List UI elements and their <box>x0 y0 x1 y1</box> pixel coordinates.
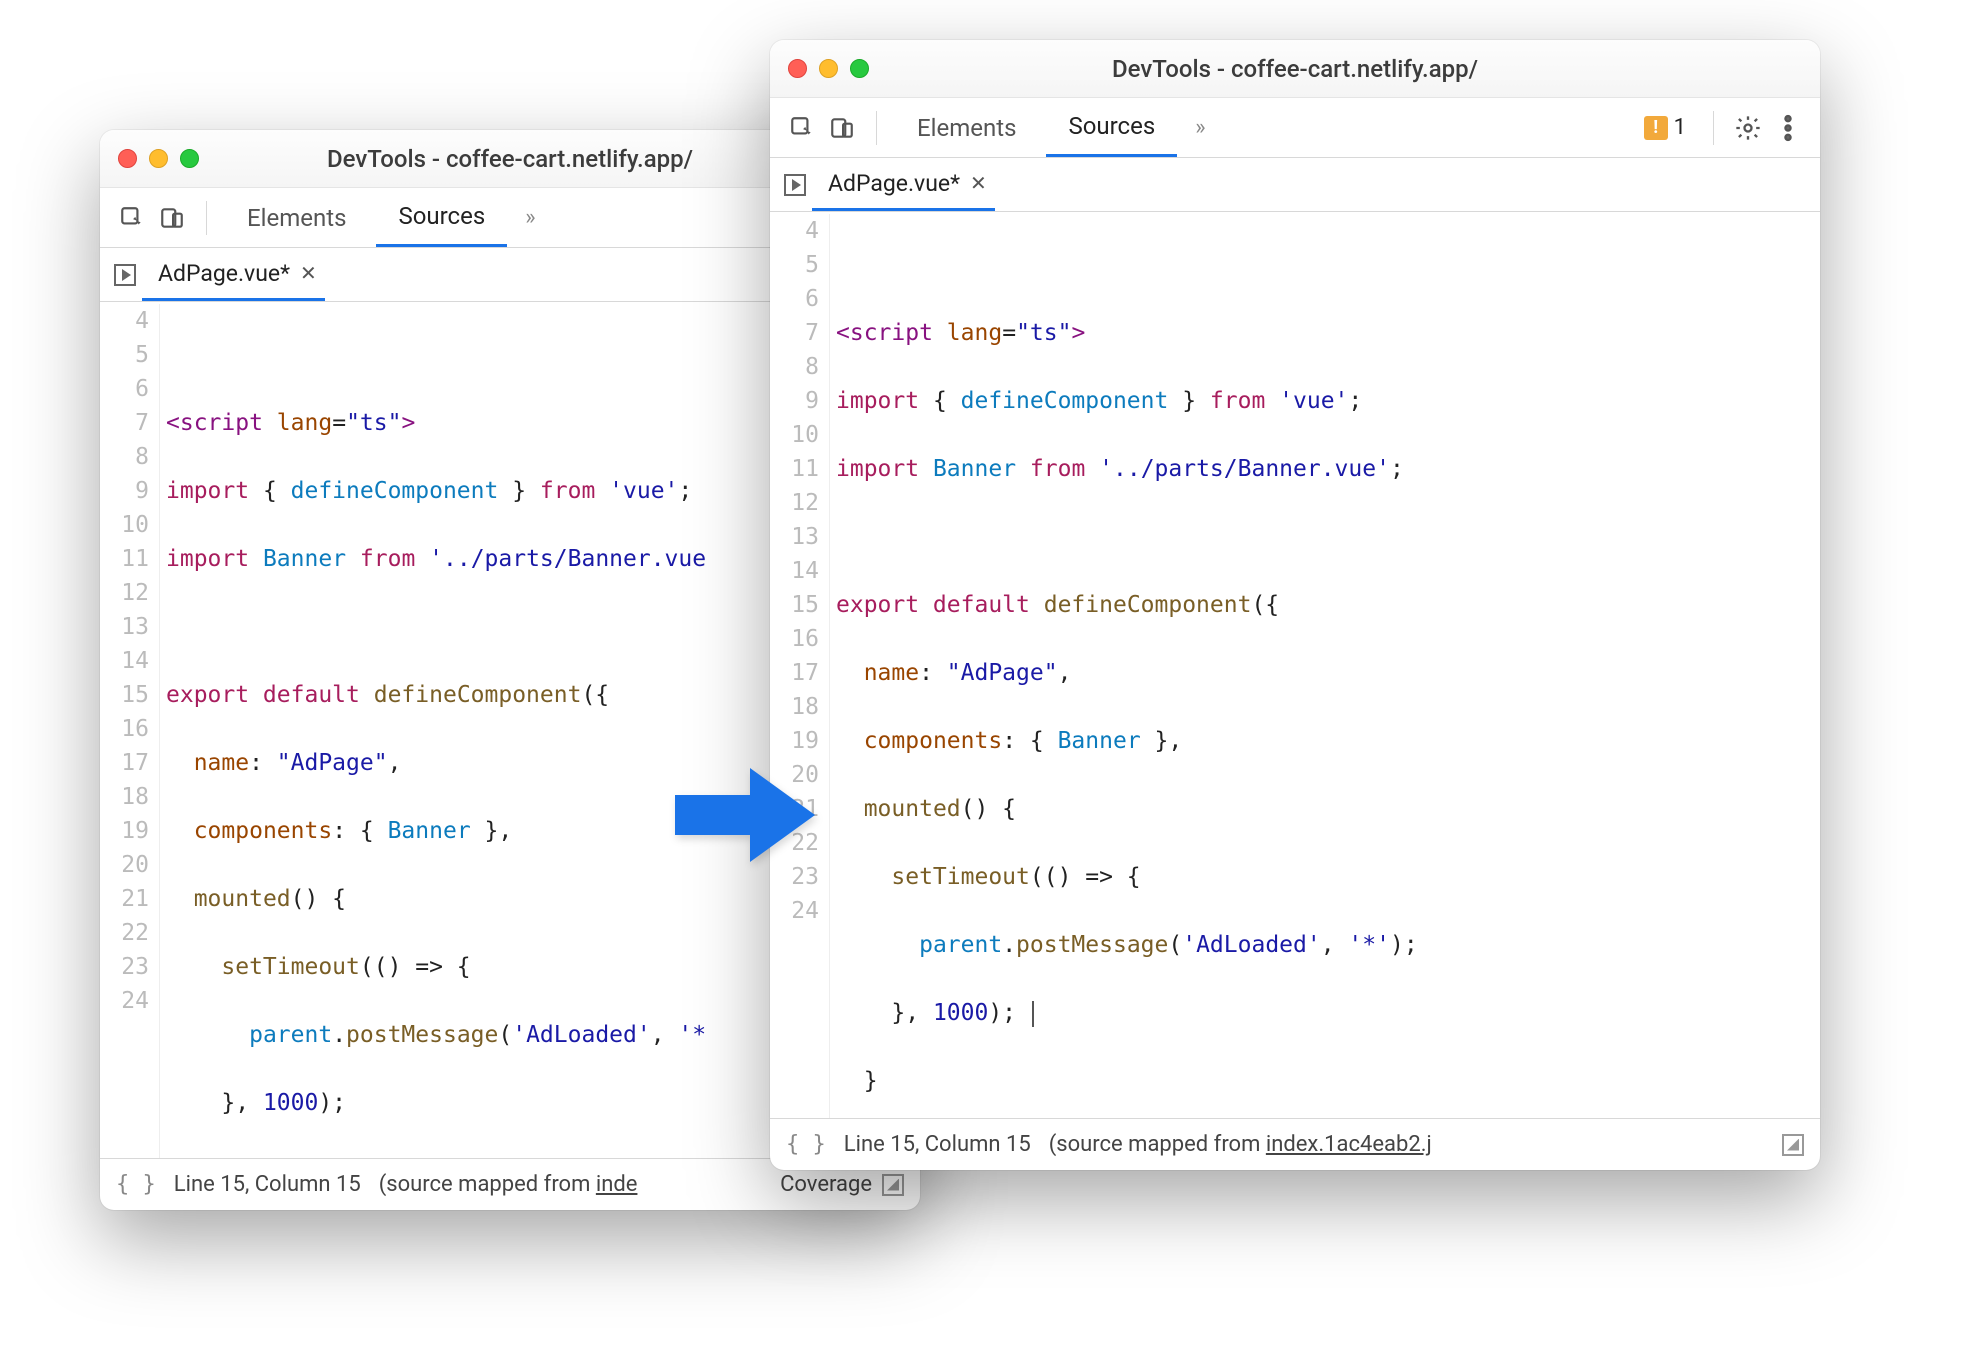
drawer-toggle-icon[interactable] <box>1782 1134 1804 1156</box>
file-tab-label: AdPage.vue* <box>828 170 960 197</box>
source-map-text: (source mapped from inde <box>379 1172 638 1197</box>
coverage-label[interactable]: Coverage <box>780 1172 872 1197</box>
titlebar: DevTools - coffee-cart.netlify.app/ <box>770 40 1820 98</box>
inspect-element-icon[interactable] <box>786 112 818 144</box>
tab-elements[interactable]: Elements <box>225 188 368 247</box>
close-file-icon[interactable]: ✕ <box>970 171 987 195</box>
device-toggle-icon[interactable] <box>826 112 858 144</box>
traffic-lights <box>118 149 199 168</box>
drawer-toggle-icon[interactable] <box>882 1174 904 1196</box>
minimize-window-button[interactable] <box>819 59 838 78</box>
transition-arrow-icon <box>670 760 820 860</box>
source-map-text: (source mapped from index.1ac4eab2.j <box>1049 1132 1432 1157</box>
traffic-lights <box>788 59 869 78</box>
separator <box>206 201 207 235</box>
format-icon[interactable]: { } <box>116 1172 156 1197</box>
more-tabs-icon[interactable]: » <box>1185 115 1215 140</box>
file-tab-adpage[interactable]: AdPage.vue* ✕ <box>812 158 995 211</box>
line-gutter: 456789101112131415161718192021222324 <box>100 304 160 1158</box>
code-content: <script lang="ts"> import { defineCompon… <box>830 214 1820 1118</box>
separator <box>1713 111 1714 145</box>
snippet-run-icon[interactable] <box>784 174 806 196</box>
close-window-button[interactable] <box>788 59 807 78</box>
warning-count: 1 <box>1674 115 1686 140</box>
warnings-badge[interactable]: ! 1 <box>1635 112 1695 143</box>
device-toggle-icon[interactable] <box>156 202 188 234</box>
minimize-window-button[interactable] <box>149 149 168 168</box>
tab-sources[interactable]: Sources <box>1046 98 1177 157</box>
file-tab-label: AdPage.vue* <box>158 260 290 287</box>
cursor-position: Line 15, Column 15 <box>174 1172 361 1197</box>
devtools-window-right: DevTools - coffee-cart.netlify.app/ Elem… <box>770 40 1820 1170</box>
settings-icon[interactable] <box>1732 112 1764 144</box>
file-tab-adpage[interactable]: AdPage.vue* ✕ <box>142 248 325 301</box>
inspect-element-icon[interactable] <box>116 202 148 234</box>
separator <box>876 111 877 145</box>
source-map-link[interactable]: inde <box>596 1172 638 1197</box>
code-editor[interactable]: 456789101112131415161718192021222324 <sc… <box>770 212 1820 1118</box>
source-map-link[interactable]: index.1ac4eab2.j <box>1266 1132 1432 1157</box>
more-menu-icon[interactable] <box>1772 112 1804 144</box>
maximize-window-button[interactable] <box>850 59 869 78</box>
text-cursor <box>1032 1001 1034 1027</box>
line-gutter: 456789101112131415161718192021222324 <box>770 214 830 1118</box>
maximize-window-button[interactable] <box>180 149 199 168</box>
close-window-button[interactable] <box>118 149 137 168</box>
warning-icon: ! <box>1644 116 1668 140</box>
more-tabs-icon[interactable]: » <box>515 205 545 230</box>
statusbar: { } Line 15, Column 15 (source mapped fr… <box>770 1118 1820 1170</box>
sources-subtoolbar: AdPage.vue* ✕ <box>770 158 1820 212</box>
snippet-run-icon[interactable] <box>114 264 136 286</box>
tab-sources[interactable]: Sources <box>376 188 507 247</box>
window-title: DevTools - coffee-cart.netlify.app/ <box>770 55 1820 83</box>
cursor-position: Line 15, Column 15 <box>844 1132 1031 1157</box>
format-icon[interactable]: { } <box>786 1132 826 1157</box>
close-file-icon[interactable]: ✕ <box>300 261 317 285</box>
devtools-toolbar: Elements Sources » ! 1 <box>770 98 1820 158</box>
tab-elements[interactable]: Elements <box>895 98 1038 157</box>
